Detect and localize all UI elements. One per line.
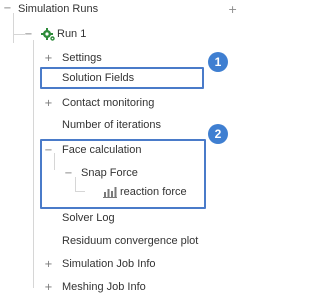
collapse-toggle-face-calculation[interactable]: − [44, 146, 53, 156]
tree-item-label: Meshing Job Info [62, 281, 146, 293]
expand-toggle-simulation-job-info[interactable]: + [44, 260, 53, 270]
callout-badge-1: 1 [208, 52, 228, 72]
tree-item-label: Number of iterations [62, 119, 162, 131]
tree-item-reaction-force[interactable]: reaction force [120, 183, 187, 201]
chart-icon [103, 187, 117, 198]
tree-item-label: Contact monitoring [62, 97, 155, 109]
tree-item-settings[interactable]: Settings [62, 49, 102, 67]
tree-item-label: Simulation Job Info [62, 258, 156, 270]
tree-item-simulation-job-info[interactable]: Simulation Job Info [62, 255, 156, 273]
tree-item-label: Solver Log [62, 212, 115, 224]
collapse-toggle-root[interactable]: − [3, 4, 12, 14]
tree-item-solver-log[interactable]: Solver Log [62, 209, 115, 227]
callout-badge-2: 2 [208, 124, 228, 144]
tree-line-run-children [33, 40, 34, 288]
tree-item-label: Residuum convergence plot [62, 235, 199, 247]
expand-toggle-contact-monitoring[interactable]: + [44, 99, 53, 109]
tree-item-contact-monitoring[interactable]: Contact monitoring [62, 94, 154, 112]
tree-item-number-of-iterations[interactable]: Number of iterations [62, 116, 161, 134]
tree-item-label: Face calculation [62, 144, 142, 156]
tree-item-snap-force[interactable]: Snap Force [81, 164, 138, 182]
tree-item-residuum-convergence-plot[interactable]: Residuum convergence plot [62, 232, 198, 250]
tree-item-label: Settings [62, 52, 102, 64]
tree-item-label: reaction force [120, 186, 187, 198]
tree-item-label: Solution Fields [62, 72, 135, 84]
expand-toggle-settings[interactable]: + [44, 54, 53, 64]
tree-item-face-calculation[interactable]: Face calculation [62, 141, 142, 159]
tree-item-run-1[interactable]: Run 1 [57, 25, 86, 43]
tree-item-label: Run 1 [57, 28, 87, 40]
collapse-toggle-run-1[interactable]: − [24, 30, 33, 40]
expand-toggle-meshing-job-info[interactable]: + [44, 283, 53, 293]
gear-running-icon [41, 28, 55, 41]
tree-item-solution-fields[interactable]: Solution Fields [62, 69, 134, 87]
tree-item-simulation-runs[interactable]: Simulation Runs [18, 0, 98, 18]
tree-line-root [13, 13, 14, 43]
add-simulation-run-button[interactable]: + [228, 3, 237, 16]
tree-item-label: Snap Force [81, 167, 138, 179]
tree-item-meshing-job-info[interactable]: Meshing Job Info [62, 278, 146, 296]
collapse-toggle-snap-force[interactable]: − [64, 169, 73, 179]
tree-item-label: Simulation Runs [18, 3, 99, 15]
